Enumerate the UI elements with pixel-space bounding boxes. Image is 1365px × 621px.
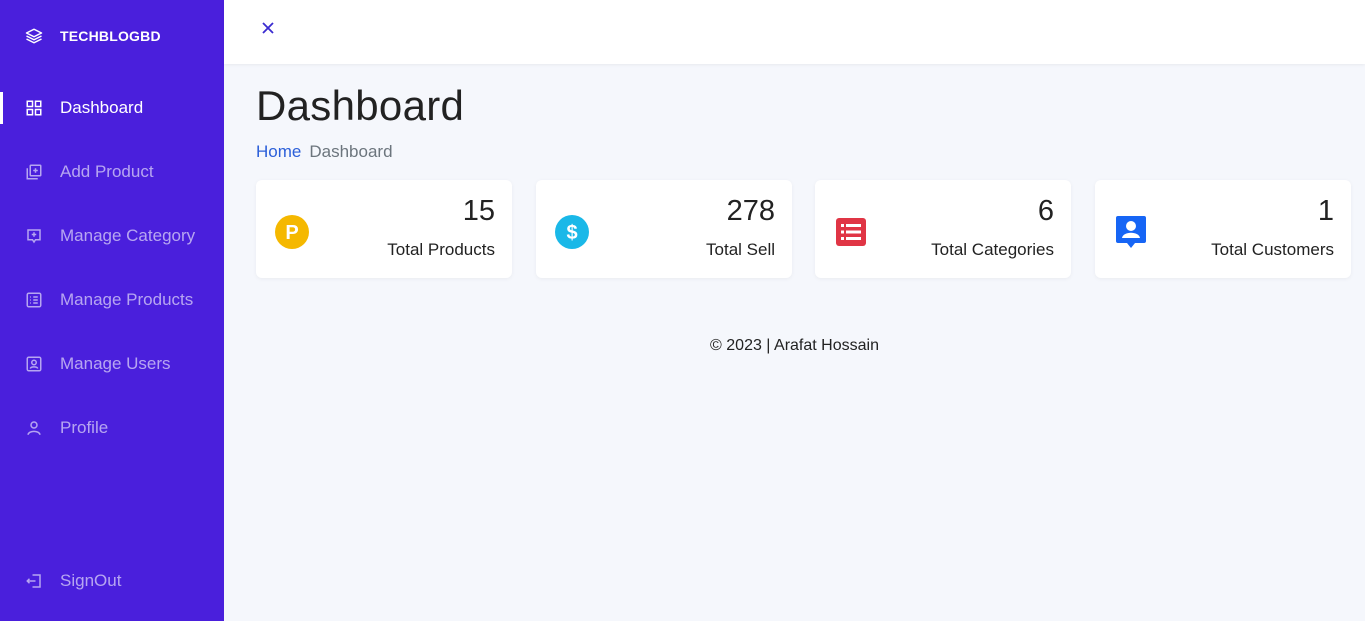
list-box-icon — [834, 215, 868, 249]
sidebar-item-label: Manage Users — [60, 354, 171, 373]
stat-label: Total Customers — [1211, 240, 1334, 259]
sidebar-item-label: Add Product — [60, 162, 154, 181]
sidebar-item-label: Manage Products — [60, 290, 194, 309]
stat-label: Total Products — [387, 240, 495, 259]
layers-icon — [24, 26, 44, 46]
sidebar: TECHBLOGBD Dashboard Add Product Manage … — [0, 0, 224, 621]
signout-label: SignOut — [60, 571, 122, 590]
signout-icon — [24, 571, 44, 591]
list-icon — [24, 290, 44, 310]
breadcrumb: Home Dashboard — [256, 142, 393, 162]
svg-text:$: $ — [566, 222, 577, 244]
close-sidebar-button[interactable] — [258, 20, 278, 40]
signout-button[interactable]: SignOut — [0, 561, 224, 601]
user-badge-icon — [24, 354, 44, 374]
user-pin-icon — [1114, 215, 1148, 249]
sidebar-item-label: Profile — [60, 418, 109, 437]
grid-icon — [24, 98, 44, 118]
stat-value: 278 — [726, 195, 775, 227]
stat-value: 1 — [1317, 195, 1334, 227]
brand-name: TECHBLOGBD — [60, 28, 161, 44]
p-circle-icon: P — [275, 215, 309, 249]
box-down-icon — [24, 226, 44, 246]
stat-card-categories[interactable]: 6 Total Categories — [815, 180, 1071, 278]
sidebar-item-manage-products[interactable]: Manage Products — [0, 280, 224, 320]
brand[interactable]: TECHBLOGBD — [24, 24, 161, 48]
stat-card-customers[interactable]: 1 Total Customers — [1095, 180, 1351, 278]
dollar-circle-icon: $ — [555, 215, 589, 249]
stat-card-products[interactable]: P 15 Total Products — [256, 180, 512, 278]
svg-text:P: P — [285, 222, 298, 244]
page-title: Dashboard — [256, 82, 465, 129]
sidebar-item-dashboard[interactable]: Dashboard — [0, 88, 224, 128]
close-icon — [262, 21, 274, 39]
stat-card-sell[interactable]: $ 278 Total Sell — [536, 180, 792, 278]
breadcrumb-home-link[interactable]: Home — [256, 142, 301, 162]
sidebar-item-label: Dashboard — [60, 98, 144, 117]
sidebar-item-label: Manage Category — [60, 226, 196, 245]
topbar — [224, 0, 1365, 64]
sidebar-item-profile[interactable]: Profile — [0, 408, 224, 448]
footer-copyright: © 2023 | Arafat Hossain — [710, 337, 879, 354]
add-box-icon — [24, 162, 44, 182]
sidebar-item-manage-users[interactable]: Manage Users — [0, 344, 224, 384]
sidebar-item-manage-category[interactable]: Manage Category — [0, 216, 224, 256]
stat-label: Total Sell — [706, 240, 775, 259]
stat-value: 6 — [1037, 195, 1054, 227]
breadcrumb-current: Dashboard — [309, 142, 393, 161]
stat-value: 15 — [462, 195, 495, 227]
sidebar-item-add-product[interactable]: Add Product — [0, 152, 224, 192]
stat-label: Total Categories — [931, 240, 1054, 259]
person-icon — [24, 418, 44, 438]
